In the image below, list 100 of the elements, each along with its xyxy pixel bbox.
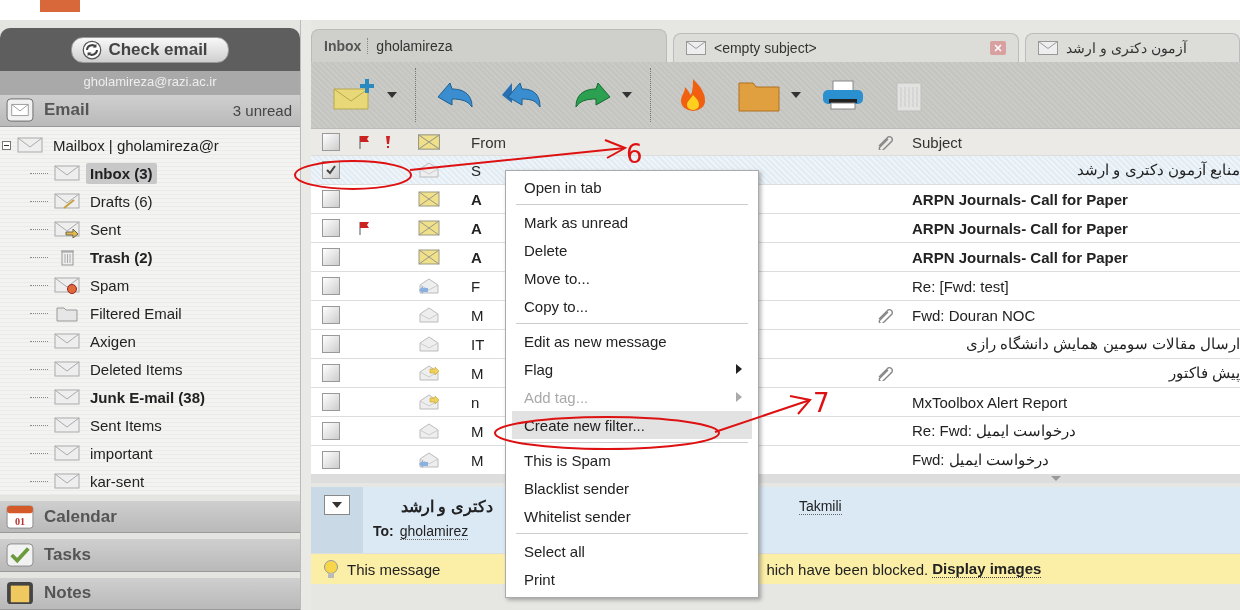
open-envelope-icon — [418, 307, 440, 323]
folder-label: Axigen — [89, 331, 137, 352]
envelope-reply-icon — [418, 278, 440, 294]
folder-item[interactable]: Drafts (6) — [0, 187, 300, 216]
folder-item[interactable]: Sent — [0, 215, 300, 244]
caret-icon[interactable] — [791, 92, 801, 98]
tab[interactable]: Inbox gholamireza — [311, 29, 667, 62]
sender-cell-text: M — [470, 451, 485, 469]
menu-item[interactable]: Print — [512, 565, 752, 593]
sender-link[interactable]: Takmili — [798, 497, 842, 515]
checkbox[interactable] — [322, 306, 340, 324]
open-envelope-icon — [418, 162, 440, 178]
mailbox-label: Mailbox | gholamireza@r — [52, 135, 220, 156]
checkbox[interactable] — [322, 277, 340, 295]
tab-label: Inbox — [324, 38, 369, 54]
sender-cell-text: M — [470, 306, 485, 324]
tab[interactable]: آزمون دکتری و ارشد — [1025, 33, 1240, 62]
lightbulb-icon — [323, 559, 339, 579]
checkmark-icon — [325, 164, 337, 176]
to-label: To: — [373, 523, 394, 540]
sender-cell-text: n — [470, 393, 481, 411]
section-label: Email — [44, 100, 90, 121]
section-label: Calendar — [44, 506, 117, 527]
envelope-icon — [54, 388, 80, 407]
checkbox[interactable] — [322, 335, 340, 353]
folder-item[interactable]: Spam — [0, 271, 300, 300]
tab-label: <empty subject> — [714, 40, 817, 56]
checkbox[interactable] — [322, 190, 340, 208]
folder-label: important — [89, 443, 154, 464]
section-header[interactable]: Tasks — [0, 539, 300, 572]
calendar-icon: 01 — [6, 504, 34, 529]
envelope-icon — [686, 41, 706, 55]
checkbox[interactable] — [322, 364, 340, 382]
folder-label: Trash (2) — [89, 247, 154, 268]
subject-cell-text: ARPN Journals- Call for Paper — [911, 190, 1129, 208]
folder-item[interactable]: Filtered Email — [0, 299, 300, 328]
envelope-forward-icon — [418, 394, 440, 410]
envelope-icon — [6, 98, 34, 123]
checkbox[interactable] — [322, 393, 340, 411]
checkbox[interactable] — [322, 248, 340, 266]
caret-icon — [332, 502, 342, 508]
recipient-link[interactable]: gholamirez — [399, 523, 469, 540]
check-email-button[interactable]: Check email — [71, 36, 229, 63]
folder-label: Deleted Items — [89, 359, 184, 380]
envelope-icon — [418, 191, 440, 207]
envelope-icon — [17, 136, 43, 155]
subject-cell-text: پیش فاکتور — [1167, 364, 1240, 382]
section-label: Tasks — [44, 545, 91, 565]
selected-folder: Inbox (3) — [86, 162, 157, 184]
folder-item[interactable]: Inbox (3) — [0, 159, 300, 188]
subject-cell-text: Fwd: Douran NOC — [911, 306, 1037, 324]
folder-item[interactable]: Trash (2) — [0, 243, 300, 272]
tab-account: gholamireza — [376, 38, 453, 54]
menu-item[interactable]: This is Spam — [512, 446, 752, 474]
close-icon[interactable] — [990, 41, 1006, 55]
folder-item[interactable]: kar-sent — [0, 467, 300, 496]
subject-cell-text: منابع آزمون دکتری و ارشد — [1076, 161, 1240, 179]
subject-cell-text: Re: [Fwd: test] — [911, 277, 1010, 295]
envelope-pencil-icon — [54, 192, 80, 211]
checkbox[interactable] — [322, 451, 340, 469]
tree-item[interactable]: Mailbox | gholamireza@r — [0, 131, 300, 160]
caret-icon[interactable] — [387, 92, 397, 98]
collapse-button[interactable] — [324, 495, 350, 515]
folder-item[interactable]: Deleted Items — [0, 355, 300, 384]
folder-item[interactable]: Junk E-mail (38) — [0, 383, 300, 412]
annotation-number: 7 — [813, 388, 830, 418]
folder-item[interactable]: Axigen — [0, 327, 300, 356]
exclamation-icon — [385, 135, 391, 149]
envelope-icon — [418, 134, 440, 150]
email-section-header[interactable]: Email 3 unread — [0, 94, 300, 128]
folder-icon — [54, 304, 80, 323]
section-label: Notes — [44, 583, 92, 604]
folder-item[interactable]: Sent Items — [0, 411, 300, 440]
checkmark-icon — [6, 543, 34, 567]
flag-icon[interactable] — [358, 221, 370, 235]
checkbox[interactable] — [322, 422, 340, 440]
select-all-checkbox[interactable] — [322, 133, 340, 151]
envelope-icon — [418, 220, 440, 236]
menu-item[interactable]: Create new filter... — [512, 411, 752, 439]
menu-item[interactable]: Whitelist sender — [512, 502, 752, 530]
envelope-icon — [54, 416, 80, 435]
menu-item[interactable]: Edit as new message — [512, 327, 752, 355]
envelope-icon — [54, 472, 80, 491]
paperclip-icon — [876, 134, 896, 150]
menu-item[interactable]: Select all — [512, 537, 752, 565]
menu-item[interactable]: Blacklist sender — [512, 474, 752, 502]
message-subject: دکتری و ارشد — [401, 496, 493, 516]
caret-icon[interactable] — [622, 92, 632, 98]
column-header[interactable]: Subject — [906, 133, 1240, 151]
open-envelope-icon — [418, 423, 440, 439]
section-header[interactable]: 01 Calendar — [0, 501, 300, 534]
display-images-link[interactable]: Display images — [932, 560, 1042, 578]
folder-label: Drafts (6) — [89, 191, 154, 212]
unread-count: 3 unread — [232, 101, 292, 119]
sender-cell-text: A — [470, 219, 483, 237]
checkbox[interactable] — [322, 219, 340, 237]
tab[interactable]: <empty subject> — [673, 33, 1019, 62]
section-header[interactable]: Notes — [0, 577, 300, 610]
folder-label: Sent Items — [89, 415, 163, 436]
folder-item[interactable]: important — [0, 439, 300, 468]
